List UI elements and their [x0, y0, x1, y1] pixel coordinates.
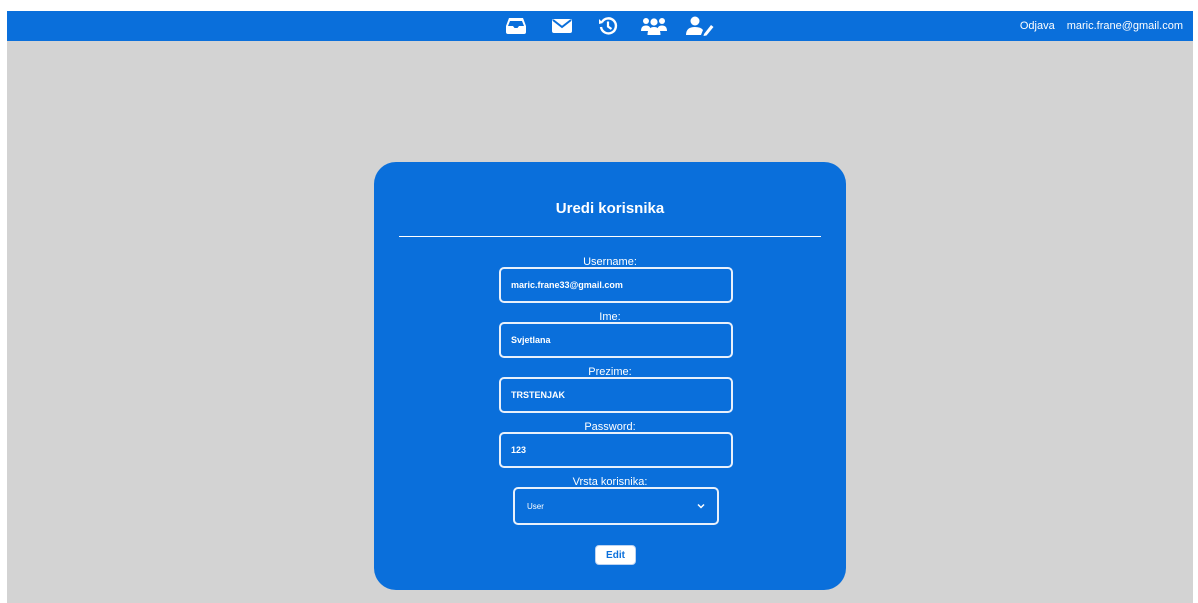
nav-icon-group: [501, 11, 715, 41]
edit-button[interactable]: Edit: [595, 545, 636, 565]
inbox-icon[interactable]: [501, 11, 531, 41]
users-icon[interactable]: [639, 11, 669, 41]
edit-user-card: Uredi korisnika Username: Ime: Prezime: …: [374, 162, 846, 590]
user-email: maric.frane@gmail.com: [1066, 20, 1183, 32]
first-name-input[interactable]: [499, 322, 733, 358]
last-name-input[interactable]: [499, 377, 733, 413]
user-type-select[interactable]: User: [513, 487, 719, 525]
app-frame: Odjava maric.frane@gmail.com Uredi koris…: [7, 11, 1193, 603]
envelope-icon[interactable]: [547, 11, 577, 41]
title-divider: [399, 236, 821, 237]
user-type-value: User: [527, 501, 544, 511]
top-navbar: Odjava maric.frane@gmail.com: [7, 11, 1193, 41]
user-area: Odjava maric.frane@gmail.com: [1020, 11, 1183, 41]
user-edit-icon[interactable]: [685, 11, 715, 41]
logout-link[interactable]: Odjava: [1020, 20, 1055, 32]
history-icon[interactable]: [593, 11, 623, 41]
password-input[interactable]: [499, 432, 733, 468]
page-title: Uredi korisnika: [555, 200, 665, 217]
username-input[interactable]: [499, 267, 733, 303]
chevron-down-icon: [697, 503, 705, 509]
